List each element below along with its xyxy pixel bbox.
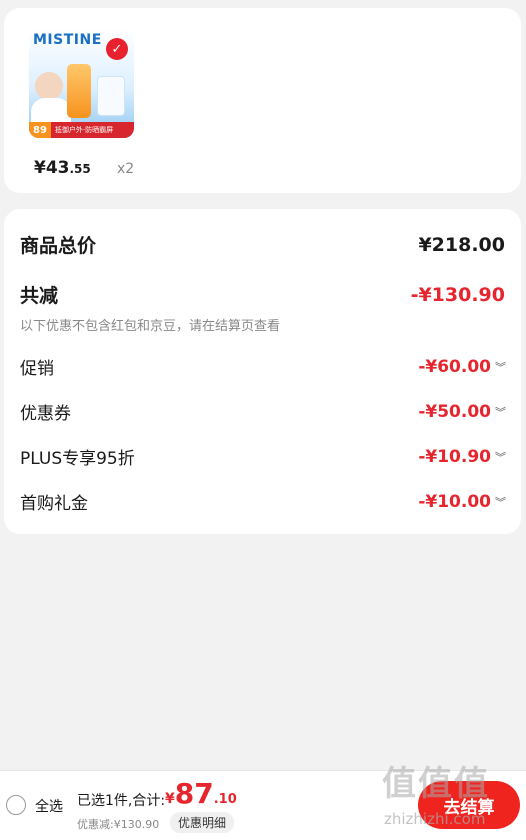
reduction-label: 共减 xyxy=(20,285,59,307)
reduction-row: 共减 -¥130.90 xyxy=(20,281,505,308)
sunscreen-bottle xyxy=(67,64,91,118)
discount-row-promotion[interactable]: 促销 -¥60.00 ︾ xyxy=(20,354,506,380)
radio-icon[interactable] xyxy=(6,795,26,815)
order-total-dec: .10 xyxy=(213,792,237,807)
chevron-down-icon[interactable]: ︾ xyxy=(495,449,506,465)
product-image-banner: 89 抵御户外·防晒霸屏 xyxy=(29,122,134,138)
product-image-banner-text: 抵御户外·防晒霸屏 xyxy=(54,126,114,134)
price-summary-card: 商品总价 ¥218.00 共减 -¥130.90 以下优惠不包含红包和京豆，请在… xyxy=(4,209,521,534)
discount-label: PLUS专享95折 xyxy=(20,449,135,469)
reduction-value: -¥130.90 xyxy=(410,283,505,306)
discount-value: -¥10.00 xyxy=(418,491,491,512)
discount-row-plus[interactable]: PLUS专享95折 -¥10.90 ︾ xyxy=(20,444,506,470)
discount-summary-text: 优惠减:¥130.90 xyxy=(77,818,160,831)
discount-row-first-purchase[interactable]: 首购礼金 -¥10.00 ︾ xyxy=(20,489,506,515)
model-figure-head xyxy=(35,72,63,100)
selected-count-text: 已选1件,合计: xyxy=(77,793,166,809)
discount-detail-button[interactable]: 优惠明细 xyxy=(170,812,235,833)
discount-label: 促销 xyxy=(20,359,54,379)
total-price-label: 商品总价 xyxy=(20,235,97,257)
discount-note: 以下优惠不包含红包和京豆，请在结算页查看 xyxy=(20,319,281,334)
order-total-currency: ¥ xyxy=(165,791,175,807)
discount-label: 首购礼金 xyxy=(20,494,88,514)
chevron-down-icon[interactable]: ︾ xyxy=(495,359,506,375)
product-price-int: ¥43 xyxy=(34,158,70,178)
discount-label: 优惠券 xyxy=(20,404,71,424)
product-image-price-tag: 89 xyxy=(29,122,51,138)
discount-value: -¥10.90 xyxy=(418,446,491,467)
check-icon: ✓ xyxy=(106,38,128,60)
discount-row-coupon[interactable]: 优惠券 -¥50.00 ︾ xyxy=(20,399,506,425)
product-quantity: x2 xyxy=(117,161,135,177)
select-all-label[interactable]: 全选 xyxy=(35,796,63,816)
order-total: ¥87.10 xyxy=(165,777,237,810)
total-price-value: ¥218.00 xyxy=(418,233,505,256)
product-card: MISTINE ✓ 89 抵御户外·防晒霸屏 ¥43.55 x2 xyxy=(4,8,521,193)
product-price-dec: .55 xyxy=(69,162,91,176)
checkout-button[interactable]: 去结算 xyxy=(418,781,520,829)
sample-bottle xyxy=(97,76,125,116)
product-price: ¥43.55 xyxy=(34,158,91,178)
discount-value: -¥60.00 xyxy=(418,356,491,377)
checkout-bar: 全选 已选1件,合计: ¥87.10 优惠减:¥130.90 优惠明细 去结算 xyxy=(0,770,526,840)
discount-value: -¥50.00 xyxy=(418,401,491,422)
model-figure-body xyxy=(31,98,71,124)
chevron-down-icon[interactable]: ︾ xyxy=(495,494,506,510)
product-image[interactable]: MISTINE ✓ 89 抵御户外·防晒霸屏 xyxy=(29,28,134,138)
product-image-brand: MISTINE xyxy=(33,32,102,48)
chevron-down-icon[interactable]: ︾ xyxy=(495,404,506,420)
order-total-int: 87 xyxy=(174,777,214,810)
total-price-row: 商品总价 ¥218.00 xyxy=(20,231,505,258)
